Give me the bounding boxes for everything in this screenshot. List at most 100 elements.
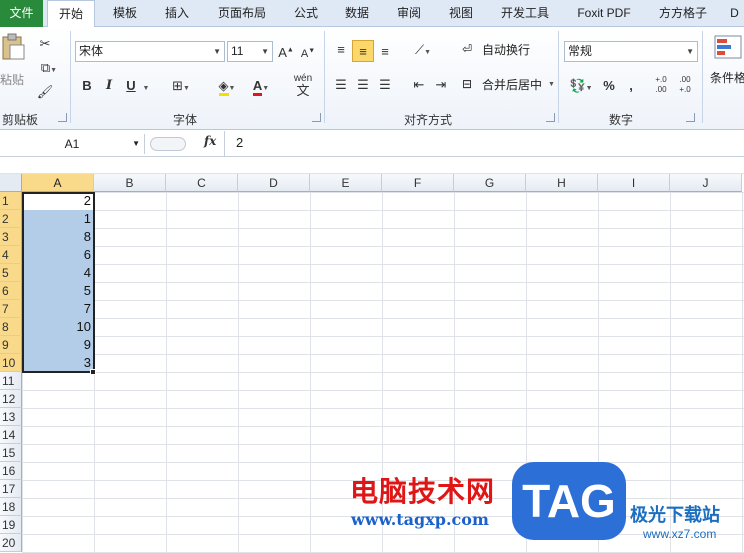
align-bottom-icon: ≡ [381,44,389,59]
borders-button[interactable]: ⊞▼ [164,75,198,97]
tab-foxit-pdf[interactable]: Foxit PDF [567,0,641,27]
increase-indent-button[interactable]: ⇥ [430,74,452,96]
select-all-corner[interactable] [0,174,22,192]
row-header-6[interactable]: 6 [0,282,22,300]
bold-button[interactable]: B [76,75,98,97]
row-header-10[interactable]: 10 [0,354,22,372]
tab-view[interactable]: 视图 [439,0,483,27]
column-header-h[interactable]: H [526,174,598,192]
font-name-combo[interactable]: 宋体 ▼ [75,41,225,62]
align-middle-button[interactable]: ≡ [352,40,374,62]
row-header-8[interactable]: 8 [0,318,22,336]
fill-handle[interactable] [90,369,96,375]
number-format-combo[interactable]: 常规 ▼ [564,41,698,62]
font-size-combo[interactable]: 11 ▼ [227,41,273,62]
row-header-16[interactable]: 16 [0,462,22,480]
orientation-button[interactable]: ⟋▼ [408,39,438,61]
row-header-5[interactable]: 5 [0,264,22,282]
column-header-d[interactable]: D [238,174,310,192]
tab-file[interactable]: 文件 [0,0,43,27]
underline-button[interactable]: U [120,75,142,97]
accounting-format-button[interactable]: 💱▼ [566,75,596,97]
row-header-9[interactable]: 9 [0,336,22,354]
underline-dropdown[interactable]: ▼ [140,75,152,97]
shrink-font-icon: A▼ [300,47,316,60]
insert-function-button[interactable]: fx [204,134,216,148]
increase-decimal-button[interactable]: +.0 .00 [650,75,672,97]
formula-bar-resize-handle[interactable] [150,137,186,151]
row-header-20[interactable]: 20 [0,534,22,552]
tab-more[interactable]: D [725,0,744,27]
watermark-jg-url: www.xz7.com [643,527,717,541]
column-header-j[interactable]: J [670,174,742,192]
comma-button[interactable]: , [620,75,642,97]
align-top-button[interactable]: ≡ [330,39,352,61]
font-color-button[interactable]: A▼ [246,75,276,97]
tab-developer[interactable]: 开发工具 [491,0,559,27]
row-header-18[interactable]: 18 [0,498,22,516]
column-header-c[interactable]: C [166,174,238,192]
tab-page-layout[interactable]: 页面布局 [207,0,277,27]
row-header-1[interactable]: 1 [0,192,22,210]
formula-input[interactable]: 2 [236,135,243,150]
number-group-label: 数字 [608,113,633,127]
column-header-i[interactable]: I [598,174,670,192]
chevron-down-icon: ▼ [686,47,694,56]
increase-indent-icon: ⇥ [435,77,447,92]
row-header-4[interactable]: 4 [0,246,22,264]
tab-template[interactable]: 模板 [103,0,147,27]
column-header-e[interactable]: E [310,174,382,192]
grow-font-button[interactable]: A▲ [275,40,297,62]
row-header-15[interactable]: 15 [0,444,22,462]
column-header-a[interactable]: A [22,174,94,192]
align-center-button[interactable]: ☰ [352,74,374,96]
tab-home[interactable]: 开始 [47,0,95,28]
number-launcher[interactable] [686,113,695,122]
row-header-13[interactable]: 13 [0,408,22,426]
column-header-b[interactable]: B [94,174,166,192]
watermark-site-url: www.tagxp.com [351,510,489,529]
row-header-3[interactable]: 3 [0,228,22,246]
italic-button[interactable]: I [98,75,120,97]
format-painter-button[interactable]: 🖌 [34,81,56,103]
fill-color-button[interactable]: ◈▼ [210,75,244,97]
row-header-7[interactable]: 7 [0,300,22,318]
column-header-g[interactable]: G [454,174,526,192]
align-left-button[interactable]: ☰ [330,74,352,96]
alignment-launcher[interactable] [546,113,555,122]
formula-bar-spacer [0,158,744,174]
name-box[interactable]: A1 ▼ [0,134,145,154]
row-header-19[interactable]: 19 [0,516,22,534]
font-launcher[interactable] [312,113,321,122]
cut-button[interactable]: ✂ [34,33,56,55]
conditional-formatting-button[interactable]: 条件格 [708,33,744,93]
tab-insert[interactable]: 插入 [155,0,199,27]
align-bottom-button[interactable]: ≡ [374,41,396,63]
decrease-decimal-button[interactable]: .00 +.0 [674,75,696,97]
shrink-font-button[interactable]: A▼ [297,40,319,62]
currency-icon: 💱 [569,78,586,93]
tab-data[interactable]: 数据 [335,0,379,27]
divider [224,131,225,157]
percent-button[interactable]: % [598,75,620,97]
tab-fangfang[interactable]: 方方格子 [649,0,717,27]
phonetic-button[interactable]: wén 文 [286,73,320,97]
paste-button[interactable]: 粘贴 [0,31,30,91]
row-header-11[interactable]: 11 [0,372,22,390]
ribbon: 粘贴 ✂ ⧉▼ 🖌 剪贴板 宋体 ▼ 11 ▼ A▲ A▼ B I U ▼ ⊞▼ ◈… [0,27,744,130]
tab-formulas[interactable]: 公式 [285,0,327,27]
row-header-2[interactable]: 2 [0,210,22,228]
align-right-button[interactable]: ☰ [374,74,396,96]
copy-button[interactable]: ⧉▼ [34,57,64,79]
brush-icon: 🖌 [36,84,54,99]
watermark-site-name: 电脑技术网 [350,476,496,507]
merge-center-button[interactable]: ⊟ 合并后居中 ▼ [462,74,556,96]
column-header-f[interactable]: F [382,174,454,192]
tab-review[interactable]: 审阅 [387,0,431,27]
row-header-17[interactable]: 17 [0,480,22,498]
wrap-text-button[interactable]: ⏎ 自动换行 [462,39,542,61]
clipboard-launcher[interactable] [58,113,67,122]
row-header-12[interactable]: 12 [0,390,22,408]
decrease-indent-button[interactable]: ⇤ [408,74,430,96]
row-header-14[interactable]: 14 [0,426,22,444]
